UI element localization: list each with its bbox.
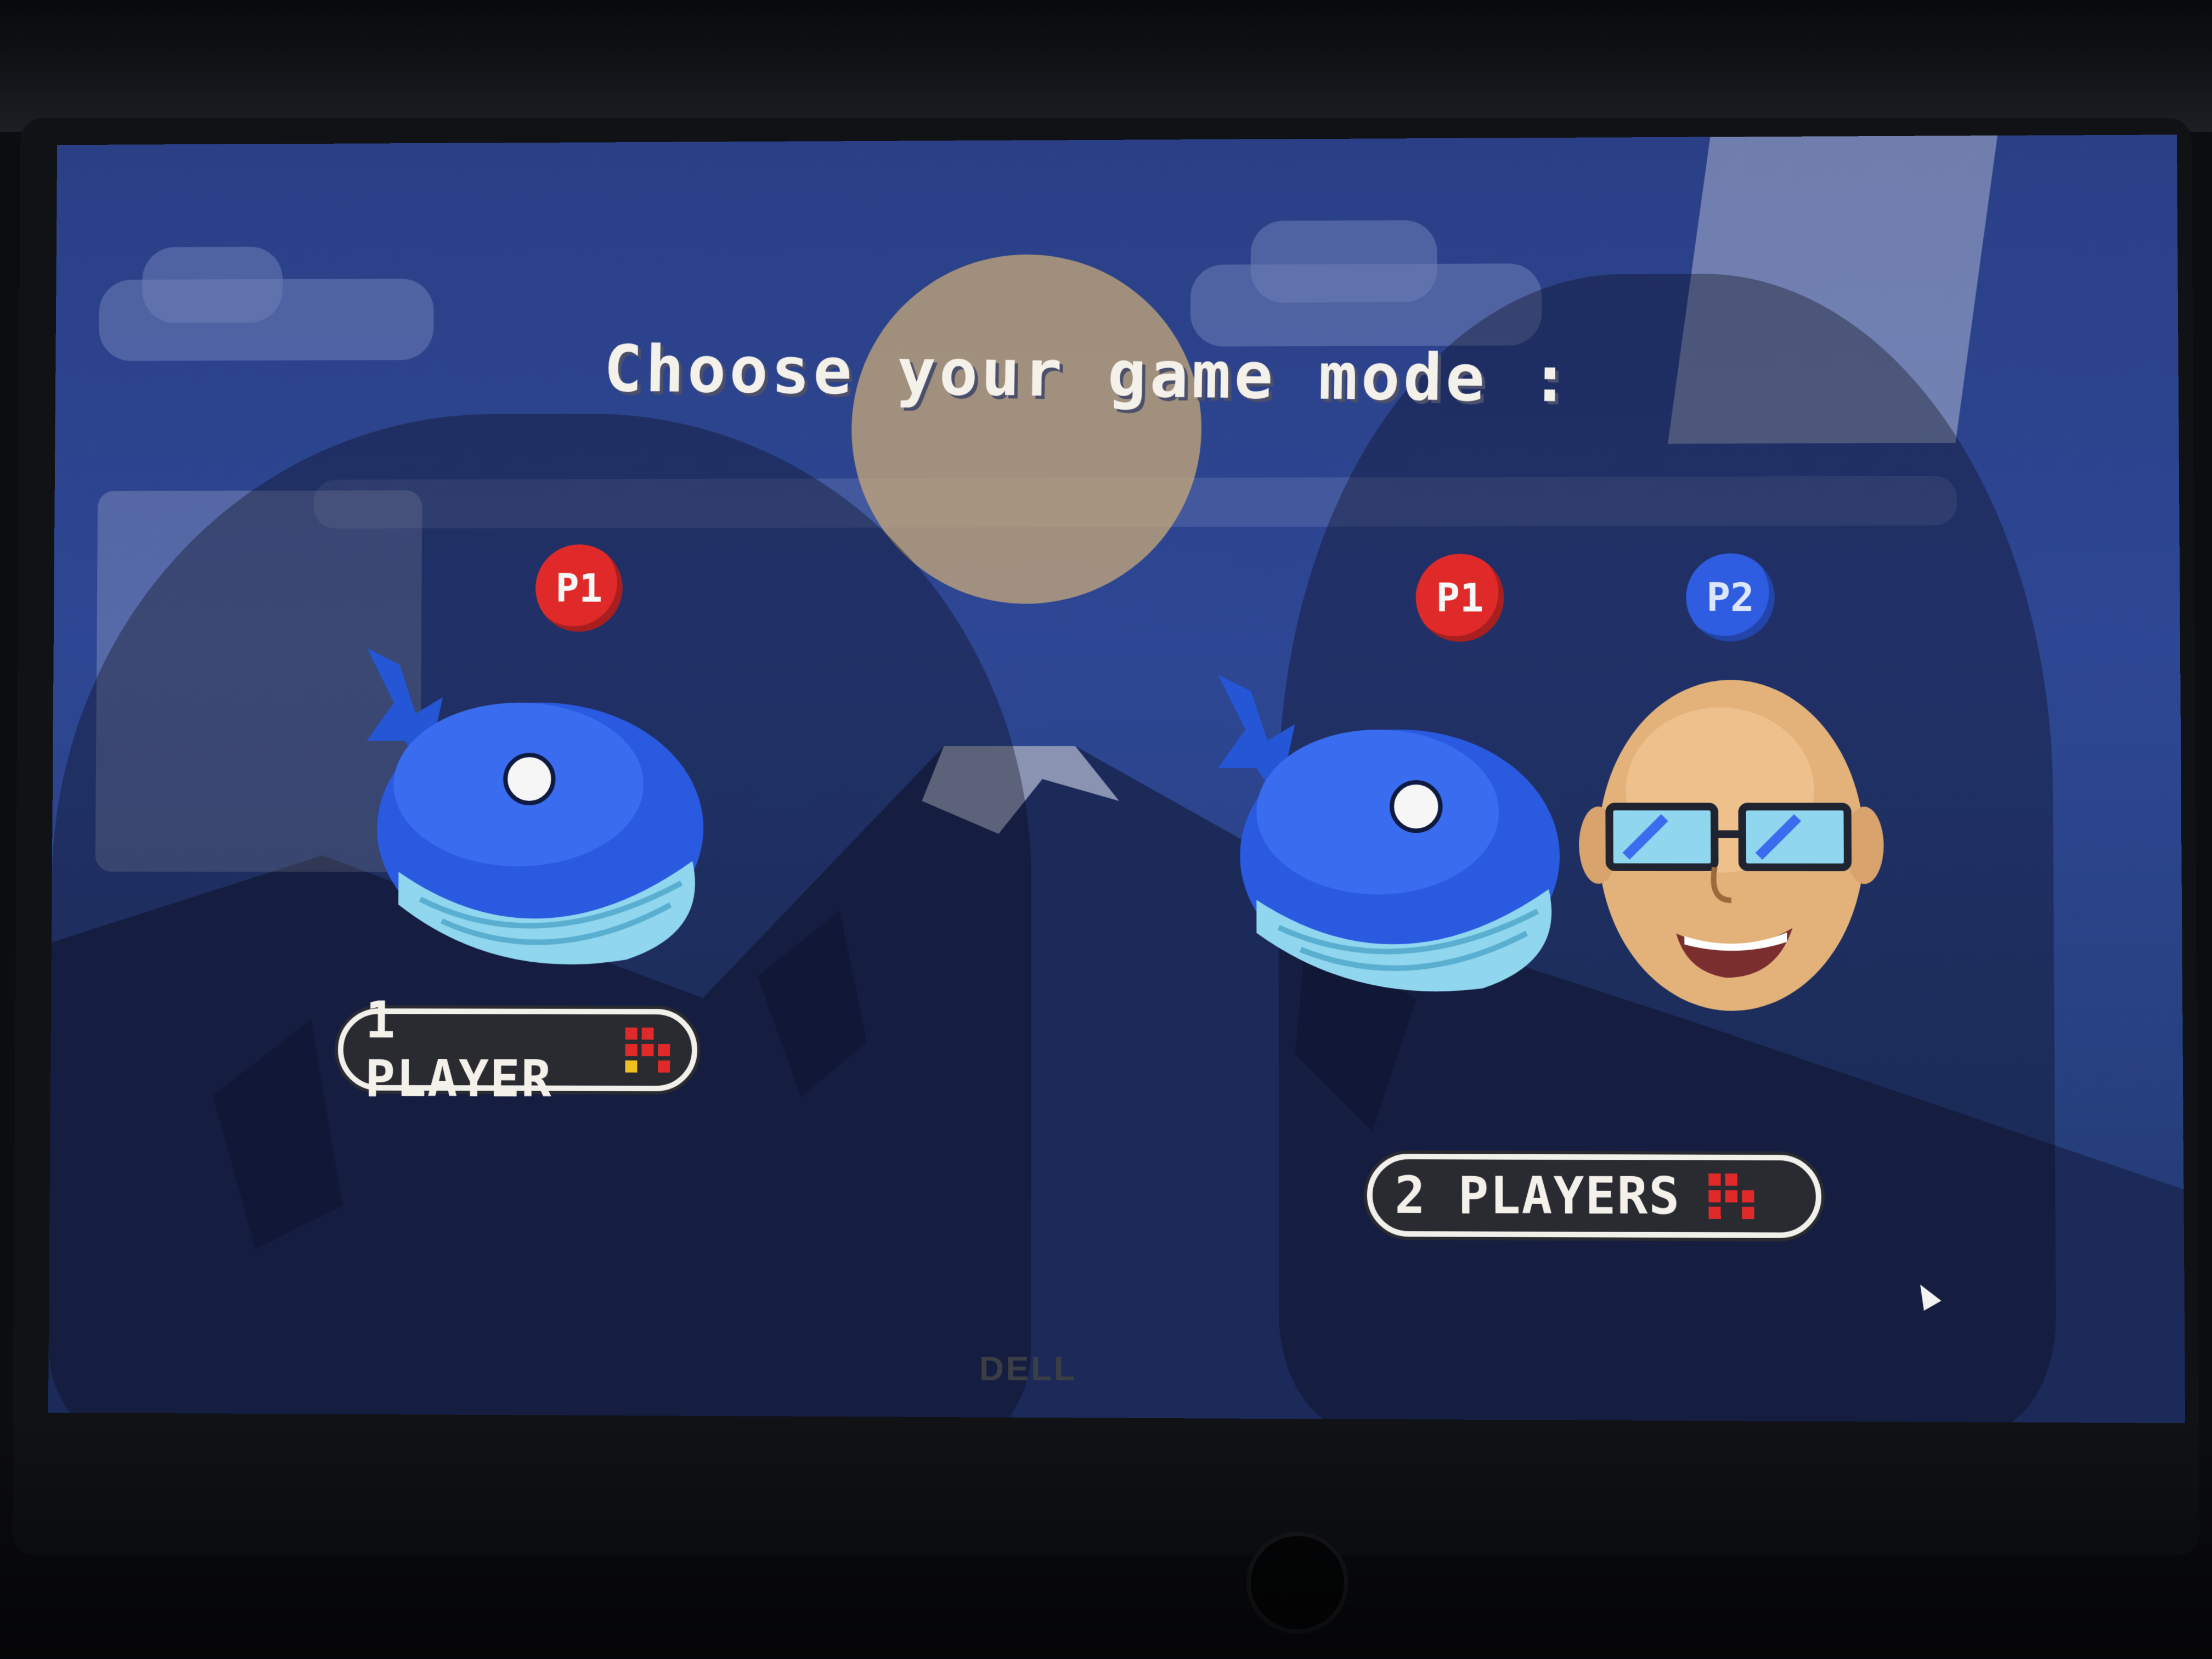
cloud [142,246,283,323]
monitor-top-edge [0,0,2212,132]
monitor-logo: DELL [979,1350,1077,1388]
bottom-reflection [0,1426,2212,1659]
controller-icon [625,1027,670,1073]
p2-badge: P2 [1686,553,1775,642]
mode-option-2-players[interactable]: P1 P2 2 PLAYERS [1196,553,1972,1317]
mode-label-text: 2 PLAYERS [1395,1165,1681,1226]
cloud [1250,220,1437,303]
whale-icon [1218,674,1560,992]
mode-option-1-player[interactable]: P1 1 PLAYER [331,544,824,1257]
game-screen: Choose your game mode : P1 1 PLAYER P1 P… [48,134,2186,1424]
mode-label-text: 1 PLAYER [364,991,552,1109]
mode-label-2-players[interactable]: 2 PLAYERS [1367,1153,1822,1238]
controller-icon [1708,1173,1754,1220]
mode-label-1-player[interactable]: 1 PLAYER [337,991,698,1109]
bald-man-icon [1579,680,1884,1012]
whale-icon [366,648,704,965]
